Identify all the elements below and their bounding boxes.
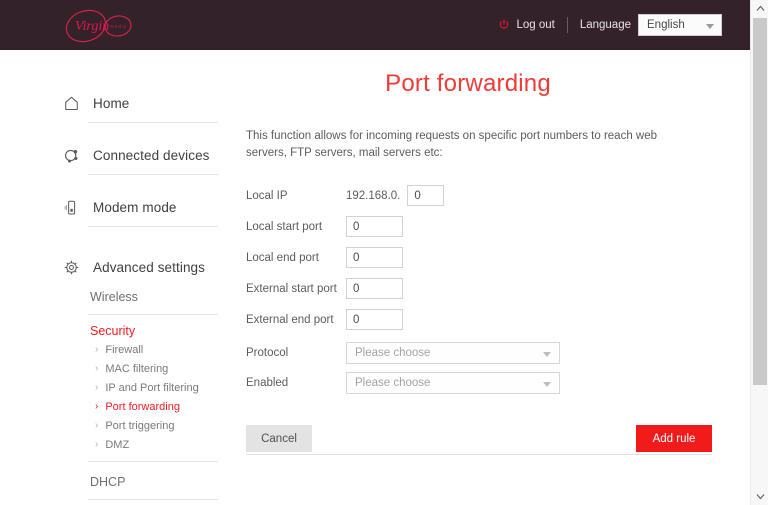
sidebar-item-advanced-settings-label: Advanced settings bbox=[93, 259, 206, 275]
sidebar-item-ip-and-port-filtering-label: IP and Port filtering bbox=[105, 382, 199, 394]
sidebar-item-firewall-label: Firewall bbox=[105, 344, 144, 356]
sidebar-item-dmz-label: DMZ bbox=[105, 439, 130, 451]
chevron-right-icon: › bbox=[95, 344, 99, 355]
sidebar-item-dhcp-label: DHCP bbox=[90, 475, 126, 489]
page-title: Port forwarding bbox=[385, 70, 551, 97]
sidebar-item-port-forwarding[interactable]: › Port forwarding bbox=[95, 401, 180, 413]
sidebar-item-security[interactable]: Security bbox=[90, 324, 135, 338]
sidebar-item-wireless-label: Wireless bbox=[90, 290, 138, 304]
external-start-port-input[interactable] bbox=[346, 278, 403, 299]
sidebar-item-mac-filtering[interactable]: › MAC filtering bbox=[95, 363, 168, 375]
chevron-right-icon: › bbox=[95, 401, 99, 412]
field-row-external-start-port: External start port bbox=[246, 275, 716, 302]
chevron-right-icon: › bbox=[95, 439, 99, 450]
sidebar-item-connected-devices-label: Connected devices bbox=[93, 147, 210, 163]
sidebar-divider bbox=[88, 461, 218, 462]
local-ip-label: Local IP bbox=[246, 189, 288, 202]
enabled-label: Enabled bbox=[246, 377, 289, 389]
local-end-port-input[interactable] bbox=[346, 247, 403, 268]
local-start-port-input[interactable] bbox=[346, 216, 403, 237]
sidebar-item-connected-devices[interactable]: Connected devices bbox=[62, 146, 210, 164]
chevron-right-icon: › bbox=[95, 420, 99, 431]
scroll-up-button[interactable] bbox=[751, 0, 768, 17]
sidebar-divider bbox=[88, 226, 218, 227]
field-row-local-start-port: Local start port bbox=[246, 213, 716, 240]
local-start-port-label: Local start port bbox=[246, 220, 323, 233]
external-start-port-label: External start port bbox=[246, 282, 337, 295]
sidebar-divider bbox=[88, 314, 218, 315]
protocol-select[interactable]: Please choose bbox=[346, 342, 560, 364]
sidebar-nav: Home Connected devices Modem mode Advanc… bbox=[0, 50, 232, 505]
sidebar-item-dhcp[interactable]: DHCP bbox=[90, 475, 125, 489]
sidebar-item-modem-mode[interactable]: Modem mode bbox=[62, 198, 177, 216]
local-end-port-label: Local end port bbox=[246, 251, 319, 264]
modem-icon bbox=[62, 198, 80, 216]
sidebar-item-port-triggering[interactable]: › Port triggering bbox=[95, 420, 174, 432]
chevron-up-icon bbox=[756, 5, 764, 11]
local-ip-input[interactable] bbox=[407, 185, 445, 206]
local-ip-prefix: 192.168.0. bbox=[346, 189, 401, 202]
logout-button[interactable]: Log out bbox=[498, 19, 566, 31]
sidebar-item-mac-filtering-label: MAC filtering bbox=[105, 363, 169, 375]
external-end-port-label: External end port bbox=[246, 313, 334, 326]
connected-devices-icon bbox=[62, 146, 80, 164]
language-label: Language bbox=[579, 19, 631, 31]
sidebar-divider bbox=[88, 122, 218, 123]
logout-label: Log out bbox=[516, 19, 555, 31]
sidebar-divider bbox=[88, 499, 218, 500]
cancel-button[interactable]: Cancel bbox=[246, 425, 312, 452]
field-row-enabled: Enabled Please choose bbox=[246, 368, 716, 398]
power-icon bbox=[500, 19, 509, 29]
svg-text:Virgin: Virgin bbox=[75, 19, 109, 34]
field-row-external-end-port: External end port bbox=[246, 306, 716, 333]
scrollbar-thumb[interactable] bbox=[753, 18, 767, 385]
form-separator bbox=[246, 454, 712, 455]
chevron-down-icon bbox=[706, 24, 714, 29]
sidebar-item-dmz[interactable]: › DMZ bbox=[95, 439, 129, 451]
sidebar-item-port-triggering-label: Port triggering bbox=[105, 420, 175, 432]
sidebar-item-security-label: Security bbox=[90, 324, 136, 338]
browser-page: Virgin media Log out Language English Ho… bbox=[0, 0, 768, 505]
top-header-bar: Virgin media Log out Language English bbox=[0, 0, 750, 50]
chevron-right-icon: › bbox=[95, 363, 99, 374]
sidebar-item-ip-and-port-filtering[interactable]: › IP and Port filtering bbox=[95, 382, 199, 394]
chevron-down-icon bbox=[756, 494, 764, 500]
virgin-media-logo[interactable]: Virgin media bbox=[58, 5, 138, 47]
home-icon bbox=[62, 94, 80, 112]
chevron-down-icon bbox=[543, 352, 551, 357]
port-forwarding-form: Local IP 192.168.0. Local start port Loc… bbox=[246, 182, 716, 398]
chevron-right-icon: › bbox=[95, 382, 99, 393]
gear-icon bbox=[62, 258, 80, 276]
external-end-port-input[interactable] bbox=[346, 309, 403, 330]
protocol-label: Protocol bbox=[246, 347, 289, 359]
scroll-down-button[interactable] bbox=[751, 488, 768, 505]
language-select[interactable]: English bbox=[638, 14, 722, 36]
field-row-protocol: Protocol Please choose bbox=[246, 338, 716, 368]
sidebar-item-firewall[interactable]: › Firewall bbox=[95, 344, 143, 356]
sidebar-item-home-label: Home bbox=[93, 95, 130, 111]
page-description: This function allows for incoming reques… bbox=[246, 130, 658, 159]
header-divider bbox=[566, 17, 568, 33]
chevron-down-icon bbox=[543, 382, 551, 387]
main-content: Port forwarding This function allows for… bbox=[232, 50, 750, 505]
protocol-select-value: Please choose bbox=[355, 347, 431, 359]
header-actions: Log out Language English bbox=[498, 0, 722, 50]
sidebar-item-modem-mode-label: Modem mode bbox=[93, 199, 177, 215]
field-row-local-end-port: Local end port bbox=[246, 244, 716, 271]
enabled-select-value: Please choose bbox=[355, 377, 431, 389]
sidebar-divider bbox=[88, 174, 218, 175]
virgin-media-logo-icon: Virgin media bbox=[65, 9, 132, 43]
sidebar-item-port-forwarding-label: Port forwarding bbox=[105, 401, 180, 413]
add-rule-button[interactable]: Add rule bbox=[636, 425, 712, 452]
field-row-local-ip: Local IP 192.168.0. bbox=[246, 182, 716, 209]
sidebar-item-home[interactable]: Home bbox=[62, 94, 129, 112]
enabled-select[interactable]: Please choose bbox=[346, 372, 560, 394]
sidebar-item-advanced-settings[interactable]: Advanced settings bbox=[62, 258, 205, 276]
svg-text:media: media bbox=[110, 24, 127, 30]
vertical-scrollbar[interactable] bbox=[750, 0, 768, 505]
language-select-value: English bbox=[647, 19, 685, 31]
sidebar-item-wireless[interactable]: Wireless bbox=[90, 290, 138, 304]
